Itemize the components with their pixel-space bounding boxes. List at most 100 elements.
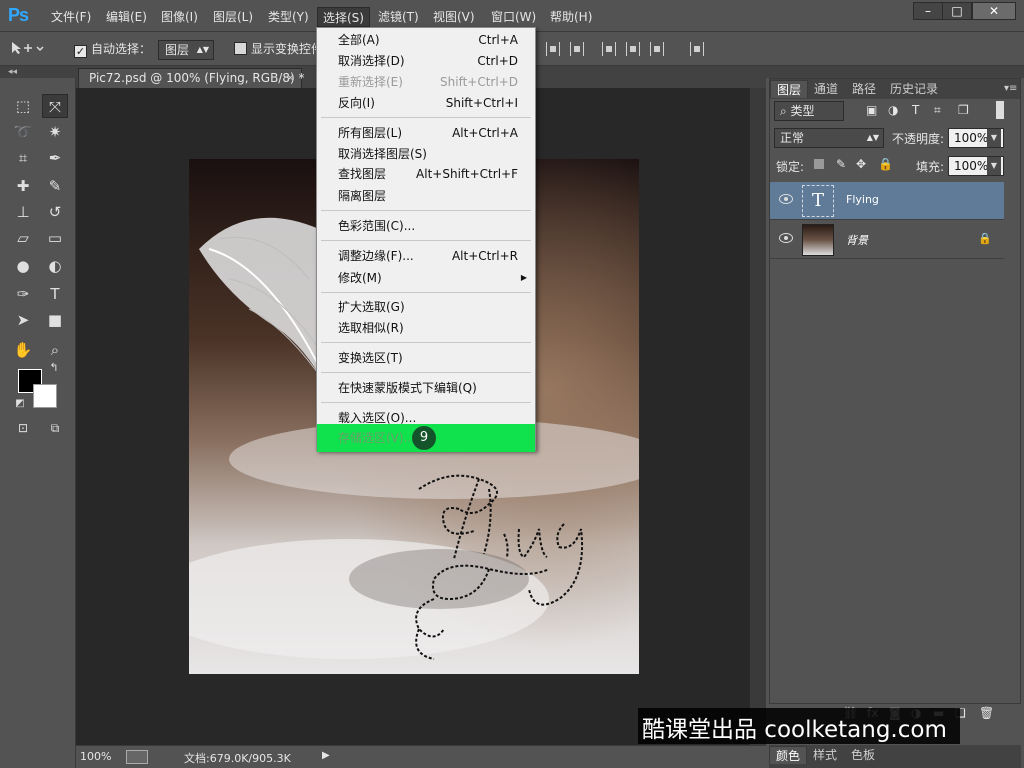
menu-item-select-all[interactable]: 全部(A) Ctrl+A [317,30,535,50]
close-tab-icon[interactable]: × [286,69,295,87]
panel-menu-icon[interactable]: ▾≡ [998,80,1023,98]
fill-input[interactable]: 100% ▼ [948,156,1004,176]
swap-colors-icon[interactable]: ↰ [46,360,62,376]
tab-channels[interactable]: 通道 [808,80,844,98]
right-panel-header[interactable] [766,66,1024,78]
filter-smart-object-icon[interactable]: ❐ [958,103,969,117]
lock-transparent-icon[interactable] [814,159,824,169]
layer-filter-dropdown[interactable]: ⌕ 类型 [774,101,844,121]
path-selection-icon[interactable]: ➤ [10,308,36,332]
layer-row-background[interactable]: 背景 🔒 [770,221,1004,259]
menu-window[interactable]: 窗口(W) [486,7,541,27]
dropdown-arrow-icon[interactable]: ▼ [987,129,1001,147]
menu-help[interactable]: 帮助(H) [545,7,597,27]
align-icon[interactable] [602,42,616,56]
visibility-eye-icon[interactable] [779,194,793,204]
menu-item-isolate-layers[interactable]: 隔离图层 [317,186,535,206]
blend-mode-dropdown[interactable]: 正常 ▲▼ [774,128,884,148]
background-color-swatch[interactable] [33,384,57,408]
type-tool-icon[interactable]: T [42,282,68,306]
layer-name[interactable]: Flying [846,193,879,206]
tab-paths[interactable]: 路径 [846,80,882,98]
align-icon[interactable] [546,42,560,56]
filter-toggle-icon[interactable] [996,101,1004,119]
menu-select[interactable]: 选择(S) [317,7,370,27]
menu-file[interactable]: 文件(F) [46,7,96,27]
filter-adjustment-icon[interactable]: ◑ [888,103,898,117]
filter-shape-icon[interactable]: ⌗ [934,103,941,118]
screen-mode-icon[interactable]: ⧉ [42,416,68,440]
menu-item-quick-mask[interactable]: 在快速蒙版模式下编辑(Q) [317,378,535,398]
delete-layer-icon[interactable]: 🗑 [979,706,994,720]
eyedropper-icon[interactable]: ✒ [42,146,68,170]
eraser-icon[interactable]: ▱ [10,226,36,250]
tab-color[interactable]: 颜色 [769,746,808,764]
layer-row-flying[interactable]: T Flying [770,182,1004,220]
minimize-button[interactable]: – [913,2,943,20]
menu-item-find-layers[interactable]: 查找图层 Alt+Shift+Ctrl+F [317,164,535,184]
status-menu-arrow-icon[interactable]: ▶ [322,750,330,761]
clone-stamp-icon[interactable]: ⊥ [10,200,36,224]
menu-item-modify[interactable]: 修改(M) ▶ [317,268,535,288]
rectangle-tool-icon[interactable]: ■ [42,308,68,332]
menu-item-deselect[interactable]: 取消选择(D) Ctrl+D [317,51,535,71]
menu-layer[interactable]: 图层(L) [208,7,258,27]
show-transform-checkbox[interactable]: 显示变换控件 [234,40,323,58]
vertical-scrollbar[interactable] [750,88,766,745]
brush-tool-icon[interactable]: ✎ [42,174,68,198]
healing-brush-icon[interactable]: ✚ [10,174,36,198]
menu-item-similar[interactable]: 选取相似(R) [317,318,535,338]
move-tool-icon[interactable] [10,40,46,58]
menu-item-color-range[interactable]: 色彩范围(C)... [317,216,535,236]
dodge-tool-icon[interactable]: ◐ [42,254,68,278]
zoom-icon[interactable] [126,750,148,764]
lock-position-icon[interactable]: ✥ [856,157,866,171]
blur-tool-icon[interactable]: ● [10,254,36,278]
dropdown-arrow-icon[interactable]: ▼ [987,157,1001,175]
menu-type[interactable]: 类型(Y) [263,7,314,27]
tab-history[interactable]: 历史记录 [884,80,944,98]
lock-all-icon[interactable]: 🔒 [878,157,893,171]
history-brush-icon[interactable]: ↺ [42,200,68,224]
layer-name[interactable]: 背景 [846,232,868,248]
zoom-tool-icon[interactable]: ⌕ [42,338,68,362]
hand-tool-icon[interactable]: ✋ [10,338,36,362]
align-icon[interactable] [570,42,584,56]
menu-filter[interactable]: 滤镜(T) [373,7,424,27]
tab-layers[interactable]: 图层 [770,80,809,98]
lasso-tool-icon[interactable]: ➰ [10,120,36,144]
filter-pixel-icon[interactable]: ▣ [866,103,877,117]
menu-item-refine-edge[interactable]: 调整边缘(F)... Alt+Ctrl+R [317,246,535,266]
magic-wand-icon[interactable]: ✷ [42,120,68,144]
menu-item-all-layers[interactable]: 所有图层(L) Alt+Ctrl+A [317,123,535,143]
move-tool-icon[interactable]: ⤧ [42,94,68,118]
menu-item-inverse[interactable]: 反向(I) Shift+Ctrl+I [317,93,535,113]
gradient-icon[interactable]: ▭ [42,226,68,250]
menu-edit[interactable]: 编辑(E) [101,7,152,27]
document-tab[interactable]: Pic72.psd @ 100% (Flying, RGB/8) * × [78,68,304,88]
auto-select-target-dropdown[interactable]: 图层 ▲▼ [158,40,214,60]
menu-item-save-selection[interactable]: 存储选区(V)... 9 [317,424,535,452]
zoom-level[interactable]: 100% [80,750,111,763]
default-colors-icon[interactable]: ◩ [12,396,28,412]
maximize-button[interactable]: □ [942,2,972,20]
lock-pixels-icon[interactable]: ✎ [836,157,846,171]
quick-mask-icon[interactable]: ⊡ [10,416,36,440]
opacity-input[interactable]: 100% ▼ [948,128,1004,148]
tab-styles[interactable]: 样式 [807,746,843,764]
menu-item-deselect-layers[interactable]: 取消选择图层(S) [317,144,535,164]
tools-panel-header[interactable]: ◂◂ [0,66,76,78]
align-icon[interactable] [626,42,640,56]
distribute-icon[interactable] [690,42,704,56]
close-button[interactable]: ✕ [972,2,1016,20]
tab-swatches[interactable]: 色板 [845,746,881,764]
crop-tool-icon[interactable]: ⌗ [10,146,36,170]
pen-tool-icon[interactable]: ✑ [10,282,36,306]
menu-view[interactable]: 视图(V) [428,7,480,27]
menu-image[interactable]: 图像(I) [156,7,203,27]
filter-type-icon[interactable]: T [912,103,919,117]
align-icon[interactable] [650,42,664,56]
menu-item-reselect[interactable]: 重新选择(E) Shift+Ctrl+D [317,72,535,92]
menu-item-grow[interactable]: 扩大选取(G) [317,297,535,317]
marquee-tool-icon[interactable]: ⬚ [10,94,36,118]
